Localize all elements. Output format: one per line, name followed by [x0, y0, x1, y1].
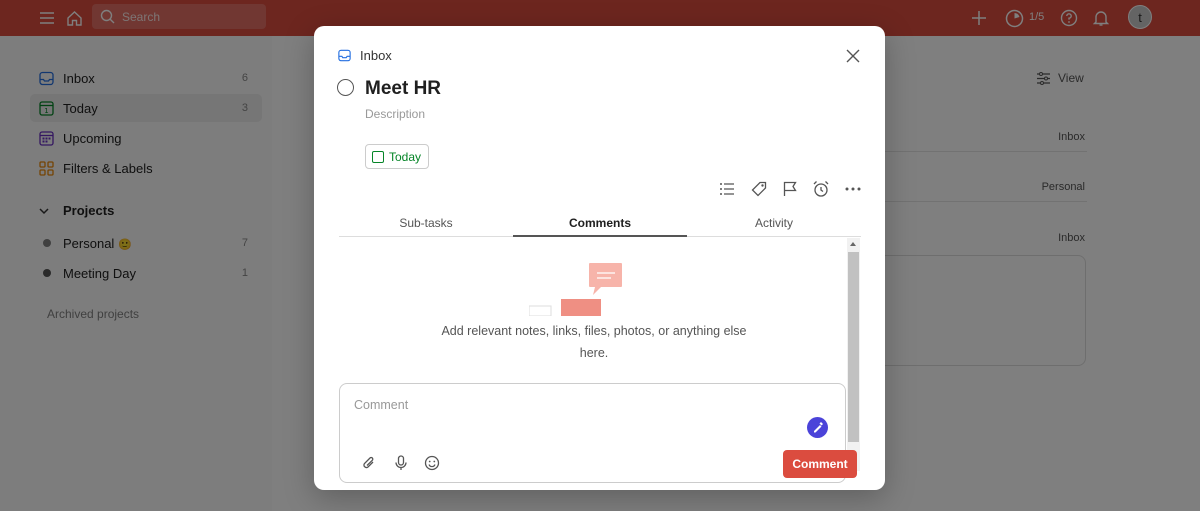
scroll-up-icon[interactable] [850, 242, 856, 246]
comment-input[interactable] [354, 398, 754, 412]
comments-scrollbar[interactable] [847, 238, 860, 471]
tab-sub-tasks[interactable]: Sub-tasks [339, 216, 513, 230]
alarm-icon [813, 181, 829, 197]
voice-record-button[interactable] [391, 453, 411, 473]
label-button[interactable] [748, 178, 770, 200]
task-detail-modal: Inbox Meet HR Description Today Sub-task… [314, 26, 885, 490]
list-icon [720, 183, 734, 195]
tab-activity[interactable]: Activity [687, 216, 861, 230]
calendar-icon [372, 150, 384, 163]
comments-empty-text: Add relevant notes, links, files, photos… [441, 324, 747, 360]
inbox-icon [338, 49, 351, 62]
close-icon [846, 49, 860, 63]
task-title[interactable]: Meet HR [365, 78, 441, 100]
breadcrumb-label: Inbox [360, 48, 392, 63]
tab-comments[interactable]: Comments [513, 216, 687, 230]
microphone-icon [395, 455, 407, 470]
emoji-icon [424, 455, 440, 471]
breadcrumb[interactable]: Inbox [338, 48, 392, 63]
submit-comment-button[interactable]: Comment [783, 450, 857, 478]
more-actions-button[interactable] [842, 178, 864, 200]
task-complete-checkbox[interactable] [337, 79, 354, 96]
due-date-label: Today [389, 149, 422, 164]
subtask-list-button[interactable] [716, 178, 738, 200]
scrollbar-thumb[interactable] [848, 252, 859, 442]
comments-empty-illustration [529, 263, 622, 316]
task-detail-tabs: Sub-tasks Comments Activity [339, 212, 861, 237]
grammar-assistant-icon[interactable] [807, 417, 828, 438]
paperclip-icon [363, 456, 374, 469]
comment-editor: Comment [339, 383, 857, 483]
flag-icon [783, 181, 797, 196]
description-field[interactable]: Description [365, 107, 425, 121]
reminder-button[interactable] [810, 178, 832, 200]
tag-icon [751, 181, 767, 197]
due-date-button[interactable]: Today [365, 144, 430, 169]
close-button[interactable] [843, 46, 863, 66]
attach-file-button[interactable] [359, 453, 379, 473]
emoji-button[interactable] [422, 453, 442, 473]
more-dots-icon [845, 187, 861, 191]
priority-button[interactable] [779, 178, 801, 200]
